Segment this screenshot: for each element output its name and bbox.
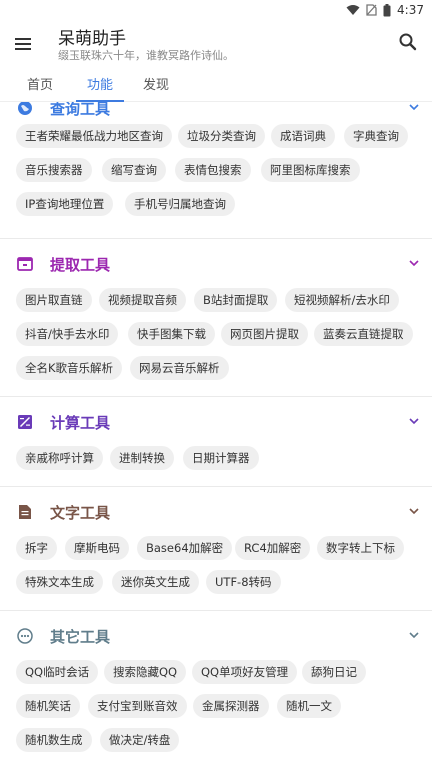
tab-bar: 首页 功能 发现 <box>0 70 432 102</box>
chip[interactable]: 网易云音乐解析 <box>130 356 229 380</box>
chip[interactable]: QQ单项好友管理 <box>192 660 298 684</box>
chip[interactable]: 垃圾分类查询 <box>178 124 265 148</box>
more-icon <box>17 628 33 644</box>
chip[interactable]: 支付宝到账音效 <box>88 694 187 718</box>
section-title: 提取工具 <box>50 256 111 274</box>
section-query-tools: 查询工具 王者荣耀最低战力地区查询 垃圾分类查询 成语词典 字典查询 音乐搜索器… <box>0 102 432 220</box>
globe-icon <box>18 102 32 115</box>
section-divider <box>0 396 432 397</box>
search-icon <box>399 33 417 51</box>
chip[interactable]: 缩写查询 <box>102 158 166 182</box>
chip[interactable]: 日期计算器 <box>183 446 259 470</box>
section-divider <box>0 238 432 239</box>
chip[interactable]: 短视频解析/去水印 <box>285 288 399 312</box>
chip[interactable]: 拆字 <box>16 536 57 560</box>
chip[interactable]: IP查询地理位置 <box>16 192 114 216</box>
section-divider <box>0 486 432 487</box>
chip[interactable]: 随机笑话 <box>16 694 80 718</box>
chip[interactable]: 随机一文 <box>277 694 341 718</box>
section-title: 文字工具 <box>50 504 111 522</box>
chip[interactable]: B站封面提取 <box>194 288 278 312</box>
chip[interactable]: 亲戚称呼计算 <box>16 446 103 470</box>
chevron-down-icon <box>409 418 419 425</box>
chip[interactable]: 视频提取音频 <box>99 288 186 312</box>
chip[interactable]: 音乐搜索器 <box>16 158 92 182</box>
section-divider <box>0 610 432 611</box>
menu-button[interactable] <box>12 32 34 54</box>
chip[interactable]: 进制转换 <box>110 446 174 470</box>
section-title: 查询工具 <box>50 102 111 118</box>
tab-home[interactable]: 首页 <box>16 74 64 100</box>
chevron-down-icon <box>409 508 419 515</box>
chip[interactable]: UTF-8转码 <box>206 570 281 594</box>
chip[interactable]: 抖音/快手去水印 <box>16 322 119 346</box>
wifi-icon <box>346 4 360 16</box>
section-extract-tools: 提取工具 图片取直链 视频提取音频 B站封面提取 短视频解析/去水印 抖音/快手… <box>0 248 432 382</box>
app-bar: 呆萌助手 缀玉联珠六十年，谁教冥路作诗仙。 <box>0 20 432 70</box>
search-button[interactable] <box>398 32 418 52</box>
chip[interactable]: 迷你英文生成 <box>112 570 199 594</box>
archive-icon <box>17 257 33 271</box>
chip[interactable]: 摩斯电码 <box>65 536 129 560</box>
chip[interactable]: 字典查询 <box>344 124 408 148</box>
chip[interactable]: 数字转上下标 <box>317 536 404 560</box>
chevron-down-icon <box>409 632 419 639</box>
chip[interactable]: 王者荣耀最低战力地区查询 <box>16 124 172 148</box>
chip[interactable]: 随机数生成 <box>16 728 92 752</box>
section-text-tools: 文字工具 拆字 摩斯电码 Base64加解密 RC4加解密 数字转上下标 特殊文… <box>0 496 432 598</box>
chip[interactable]: 表情包搜索 <box>175 158 251 182</box>
section-header[interactable]: 提取工具 <box>0 248 432 280</box>
chip[interactable]: 阿里图标库搜索 <box>261 158 360 182</box>
chip[interactable]: 做决定/转盘 <box>100 728 180 752</box>
app-subtitle: 缀玉联珠六十年，谁教冥路作诗仙。 <box>58 49 234 62</box>
chip[interactable]: 金属探测器 <box>193 694 269 718</box>
section-header[interactable]: 其它工具 <box>0 620 432 652</box>
section-calc-tools: 计算工具 亲戚称呼计算 进制转换 日期计算器 <box>0 406 432 484</box>
chip[interactable]: 网页图片提取 <box>221 322 308 346</box>
chip[interactable]: 成语词典 <box>271 124 335 148</box>
function-list[interactable]: 查询工具 王者荣耀最低战力地区查询 垃圾分类查询 成语词典 字典查询 音乐搜索器… <box>0 102 432 768</box>
chip[interactable]: 搜索隐藏QQ <box>104 660 187 684</box>
battery-icon <box>383 3 391 17</box>
section-header[interactable]: 文字工具 <box>0 496 432 528</box>
no-sim-icon <box>366 4 377 16</box>
section-header[interactable]: 计算工具 <box>0 406 432 438</box>
tab-functions[interactable]: 功能 <box>76 74 124 102</box>
section-other-tools: 其它工具 QQ临时会话 搜索隐藏QQ QQ单项好友管理 舔狗日记 随机笑话 支付… <box>0 620 432 768</box>
chip[interactable]: 舔狗日记 <box>302 660 366 684</box>
chip[interactable]: 特殊文本生成 <box>16 570 103 594</box>
hamburger-icon <box>15 38 31 50</box>
chip[interactable]: RC4加解密 <box>235 536 311 560</box>
chip[interactable]: 蓝奏云直链提取 <box>314 322 413 346</box>
section-header[interactable]: 查询工具 <box>0 102 432 124</box>
chip[interactable]: 图片取直链 <box>16 288 92 312</box>
chip[interactable]: QQ临时会话 <box>16 660 99 684</box>
chevron-down-icon <box>409 260 419 267</box>
app-title: 呆萌助手 <box>58 29 126 49</box>
section-title: 计算工具 <box>50 414 111 432</box>
chip[interactable]: Base64加解密 <box>137 536 233 560</box>
chip[interactable]: 手机号归属地查询 <box>125 192 235 216</box>
chip[interactable]: 全名K歌音乐解析 <box>16 356 123 380</box>
chip[interactable]: 快手图集下载 <box>128 322 215 346</box>
tab-discover[interactable]: 发现 <box>132 74 180 100</box>
status-time: 4:37 <box>397 3 424 17</box>
chevron-down-icon <box>409 104 419 111</box>
document-icon <box>19 505 31 519</box>
section-title: 其它工具 <box>50 628 111 646</box>
status-bar: 4:37 <box>0 0 432 20</box>
calculator-icon <box>18 415 32 429</box>
